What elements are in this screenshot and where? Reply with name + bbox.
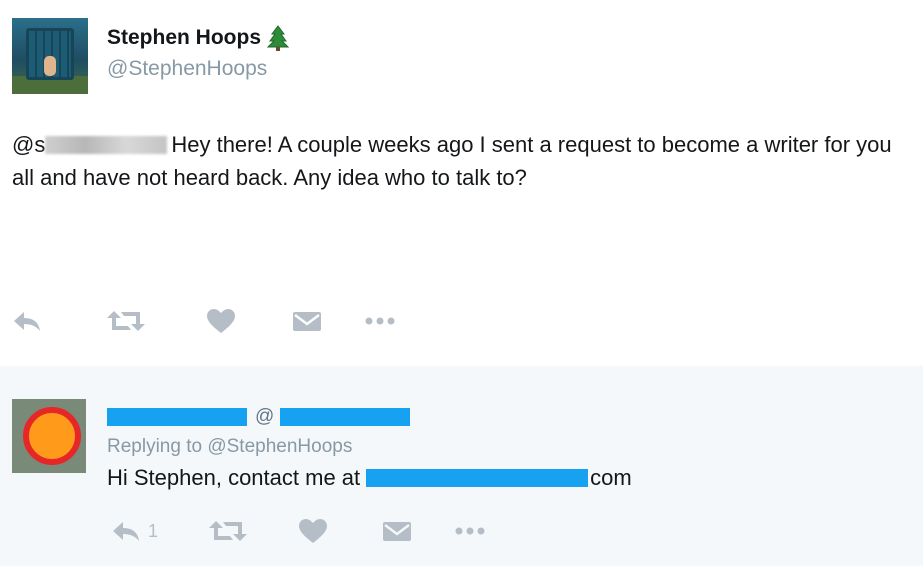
more-icon[interactable]	[454, 515, 494, 547]
handle[interactable]: @StephenHoops	[107, 57, 267, 81]
reply-icon[interactable]: 1	[110, 515, 208, 547]
avatar[interactable]	[12, 18, 88, 94]
more-icon[interactable]	[364, 305, 404, 337]
mention[interactable]: @s	[12, 132, 45, 157]
like-icon[interactable]	[298, 515, 382, 547]
main-tweet: Stephen Hoops @StephenHoops @s Hey there!…	[0, 0, 923, 366]
display-name[interactable]: Stephen Hoops	[107, 26, 261, 50]
reply-icon[interactable]	[12, 305, 106, 337]
reply-text: Hi Stephen, contact me at com	[107, 465, 632, 491]
reply-at-sign: @	[255, 406, 275, 427]
tree-icon	[266, 25, 290, 51]
retweet-icon[interactable]	[208, 515, 298, 547]
like-icon[interactable]	[206, 305, 292, 337]
reply-avatar[interactable]	[12, 399, 86, 473]
reply-count: 1	[148, 520, 159, 541]
dm-icon[interactable]	[382, 515, 454, 547]
reply-text-prefix: Hi Stephen, contact me at	[107, 465, 361, 490]
reply-text-suffix: com	[590, 465, 632, 490]
tweet-text: @s Hey there! A couple weeks ago I sent a…	[12, 128, 917, 194]
retweet-icon[interactable]	[106, 305, 206, 337]
redacted-handle	[280, 408, 411, 426]
reply-actions: 1	[110, 515, 494, 547]
tweet-actions	[12, 305, 404, 337]
redacted-display-name	[107, 408, 247, 426]
replying-to[interactable]: Replying to @StephenHoops	[107, 436, 352, 458]
redacted-email	[366, 469, 589, 487]
redacted-mention	[45, 136, 168, 154]
author-name-row[interactable]: Stephen Hoops	[107, 25, 290, 51]
dm-icon[interactable]	[292, 305, 364, 337]
reply-author-row[interactable]: @	[107, 406, 411, 428]
